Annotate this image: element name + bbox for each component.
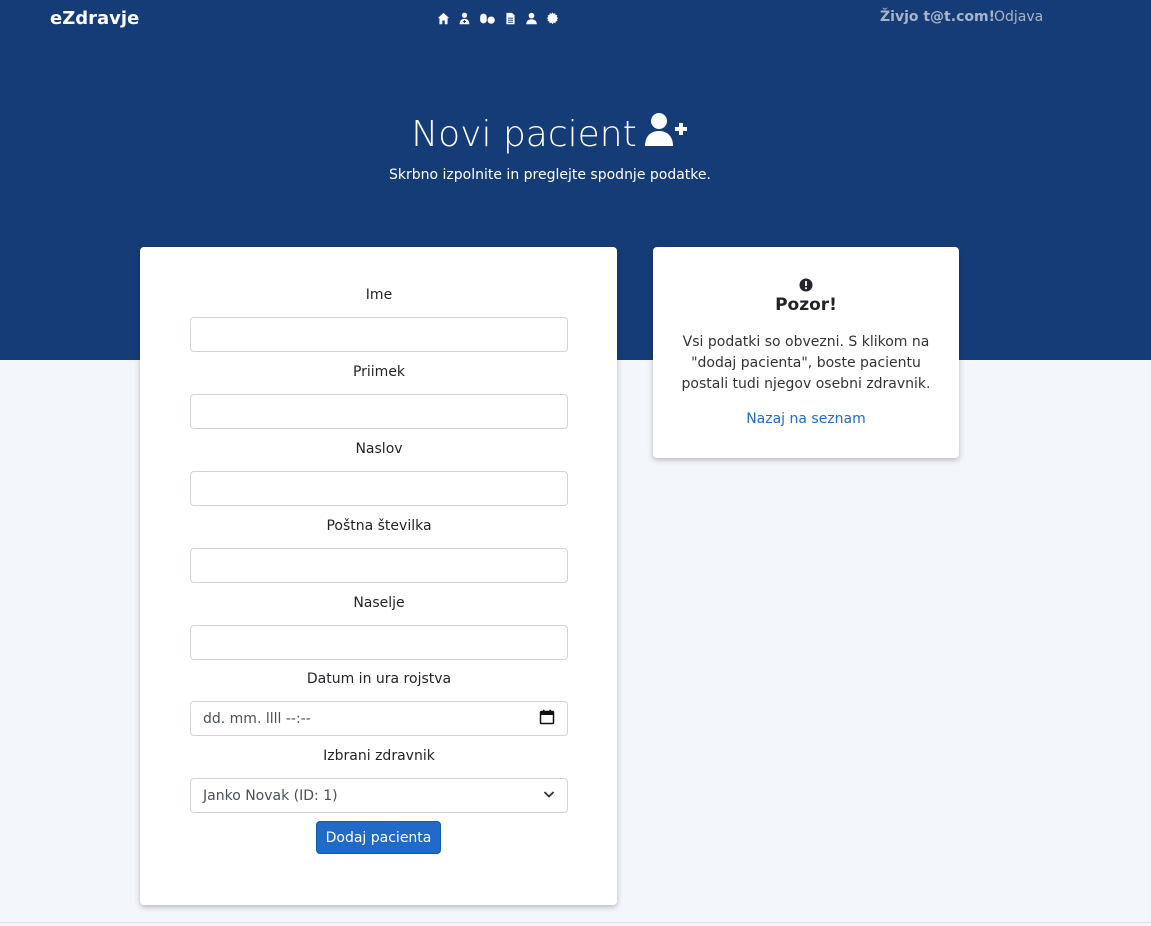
- user-icon[interactable]: [524, 11, 538, 25]
- doctor-select[interactable]: Janko Novak (ID: 1): [190, 778, 568, 813]
- address-group: Naslov: [190, 438, 568, 506]
- info-card: Pozor! Vsi podatki so obvezni. S klikom …: [653, 247, 959, 458]
- calendar-icon[interactable]: [539, 709, 555, 729]
- birth-datetime-input[interactable]: dd. mm. llll --:--: [190, 701, 568, 736]
- home-icon[interactable]: [436, 11, 450, 25]
- page-title: Novi pacient: [0, 112, 1100, 157]
- birth-label: Datum in ura rojstva: [306, 671, 452, 687]
- doctor-icon[interactable]: [457, 11, 471, 25]
- user-greeting: Živjo t@t.com!: [880, 9, 995, 25]
- postal-code-input[interactable]: [190, 548, 568, 583]
- first-name-group: Ime: [190, 284, 568, 352]
- gear-icon[interactable]: [545, 11, 559, 25]
- logout-link[interactable]: Odjava: [994, 9, 1043, 25]
- last-name-label: Priimek: [352, 364, 406, 380]
- birth-datetime-placeholder: dd. mm. llll --:--: [203, 710, 311, 727]
- back-to-list-link[interactable]: Nazaj na seznam: [653, 411, 959, 427]
- postal-code-group: Poštna številka: [190, 515, 568, 583]
- city-input[interactable]: [190, 625, 568, 660]
- last-name-group: Priimek: [190, 361, 568, 429]
- postal-code-label: Poštna številka: [326, 518, 432, 534]
- page-subtitle: Skrbno izpolnite in preglejte spodnje po…: [389, 167, 711, 183]
- info-title: Pozor!: [775, 295, 837, 315]
- exclamation-circle-icon: [799, 277, 813, 292]
- brand-link[interactable]: eZdravje: [50, 8, 139, 29]
- footer-divider: [0, 922, 1151, 923]
- patient-form-card: Ime Priimek Naslov Poštna številka Nasel…: [140, 247, 617, 905]
- nav-icon-bar: [436, 11, 559, 25]
- file-icon[interactable]: [503, 11, 517, 25]
- doctor-label: Izbrani zdravnik: [323, 748, 435, 764]
- address-input[interactable]: [190, 471, 568, 506]
- chevron-down-icon: [543, 788, 555, 804]
- user-plus-icon: [644, 112, 689, 157]
- city-group: Naselje: [190, 592, 568, 660]
- first-name-label: Ime: [365, 287, 393, 303]
- page-title-text: Novi pacient: [411, 114, 637, 155]
- info-text: Vsi podatki so obvezni. S klikom na "dod…: [681, 334, 931, 392]
- address-label: Naslov: [355, 441, 403, 457]
- last-name-input[interactable]: [190, 394, 568, 429]
- pills-icon[interactable]: [478, 11, 496, 25]
- doctor-selected-value: Janko Novak (ID: 1): [203, 787, 338, 804]
- doctor-group: Izbrani zdravnik Janko Novak (ID: 1): [190, 745, 568, 813]
- city-label: Naselje: [353, 595, 405, 611]
- birth-group: Datum in ura rojstva dd. mm. llll --:--: [190, 668, 568, 736]
- first-name-input[interactable]: [190, 317, 568, 352]
- add-patient-button[interactable]: Dodaj pacienta: [316, 821, 441, 854]
